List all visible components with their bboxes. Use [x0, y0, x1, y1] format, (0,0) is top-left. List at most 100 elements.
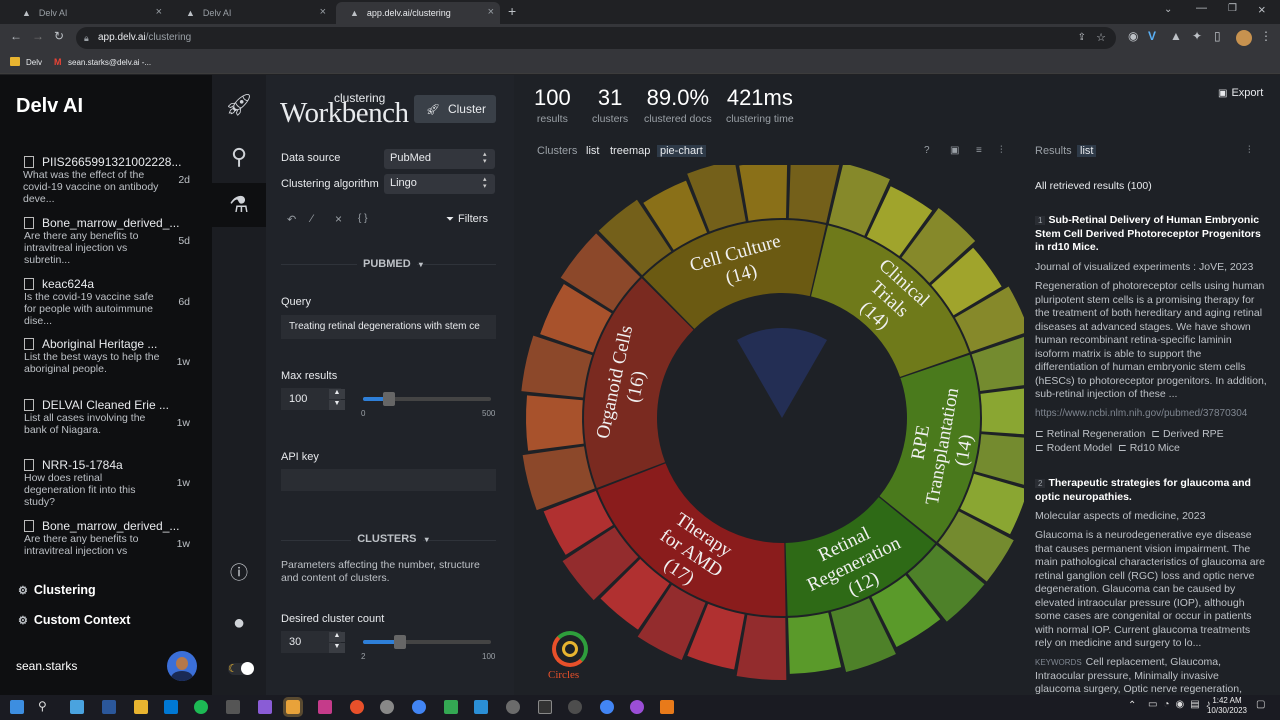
- taskbar-app-icon[interactable]: [318, 700, 332, 714]
- extension-v-icon[interactable]: V: [1148, 29, 1156, 43]
- browser-tab[interactable]: ▲ Delv AI ×: [172, 2, 332, 24]
- help-icon[interactable]: ?: [924, 145, 930, 156]
- filters-button[interactable]: ⏷ Filters: [446, 213, 488, 225]
- history-item[interactable]: keac624a Is the covid-19 vaccine safe fo…: [24, 277, 196, 327]
- tag[interactable]: Rd10 Mice: [1130, 442, 1180, 454]
- spotify-icon[interactable]: [194, 700, 208, 714]
- drive-icon[interactable]: ▲: [1170, 29, 1182, 43]
- max-results-input[interactable]: 100 ▲ ▼: [281, 388, 345, 410]
- forward-icon[interactable]: →: [32, 29, 44, 43]
- result-title-link[interactable]: 1 Sub-Retinal Delivery of Human Embryonic…: [1035, 214, 1269, 255]
- profile-avatar-icon[interactable]: [1236, 30, 1252, 46]
- section-pubmed[interactable]: PUBMED ▾: [266, 258, 514, 270]
- result-url[interactable]: https://www.ncbi.nlm.nih.gov/pubmed/3787…: [1035, 407, 1267, 421]
- chrome-icon[interactable]: [600, 700, 614, 714]
- subcluster-slice[interactable]: [736, 614, 787, 680]
- list-icon[interactable]: ≡: [976, 145, 982, 156]
- braces-icon[interactable]: { }: [358, 213, 367, 224]
- slider-handle[interactable]: [382, 392, 395, 406]
- flask-icon[interactable]: ⚗: [212, 183, 266, 227]
- increment-icon[interactable]: ▲: [329, 632, 345, 642]
- nav-custom-context[interactable]: ⚙ Custom Context: [18, 613, 130, 627]
- desired-count-input[interactable]: 30 ▲ ▼: [281, 631, 345, 653]
- clear-icon[interactable]: ×: [335, 212, 342, 226]
- taskbar-app-icon[interactable]: [134, 700, 148, 714]
- subcluster-slice[interactable]: [788, 612, 842, 674]
- undo-icon[interactable]: ↶: [287, 213, 296, 226]
- history-item[interactable]: Bone_marrow_derived_... Are there any be…: [24, 519, 196, 557]
- bookmark-star-icon[interactable]: ☆: [1096, 27, 1106, 49]
- close-window-icon[interactable]: ×: [1258, 2, 1266, 17]
- export-button[interactable]: ▣ Export: [1218, 87, 1263, 99]
- history-item[interactable]: Aboriginal Heritage ... List the best wa…: [24, 337, 196, 375]
- history-item[interactable]: Bone_marrow_derived_... Are there any be…: [24, 216, 196, 266]
- section-clusters[interactable]: CLUSTERS ▾: [266, 533, 514, 545]
- address-bar[interactable]: 🔒︎ app.delv.ai/clustering ⇪ ☆: [76, 27, 1116, 49]
- slider-handle[interactable]: [394, 635, 407, 649]
- start-icon[interactable]: [10, 700, 24, 714]
- browser-tab-active[interactable]: ▲ app.delv.ai/clustering ×: [336, 2, 500, 24]
- api-key-input[interactable]: [281, 469, 496, 491]
- share-icon[interactable]: ⇪: [1078, 27, 1086, 49]
- github-icon[interactable]: ●: [212, 601, 266, 645]
- taskbar-app-icon[interactable]: [568, 700, 582, 714]
- menu-kebab-icon[interactable]: ⋮: [1260, 29, 1272, 43]
- clock[interactable]: 1:42 AM 10/30/2023: [1205, 696, 1249, 716]
- max-results-slider[interactable]: [363, 392, 491, 406]
- restore-icon[interactable]: ❐: [1228, 3, 1237, 14]
- query-input[interactable]: Treating retinal degenerations with stem…: [281, 315, 496, 339]
- tab-search-icon[interactable]: ⌄: [1164, 4, 1172, 15]
- tag[interactable]: Rodent Model: [1047, 442, 1112, 454]
- puzzle-icon[interactable]: ✦: [1192, 29, 1202, 43]
- taskbar-app-icon[interactable]: [474, 700, 488, 714]
- decrement-icon[interactable]: ▼: [329, 643, 345, 653]
- rocket-icon[interactable]: 🚀︎: [212, 83, 266, 127]
- cluster-pie-chart[interactable]: Organoid Cells(16)Cell Culture(14) Clinic…: [520, 165, 1024, 685]
- desired-count-slider[interactable]: [363, 635, 491, 649]
- data-source-select[interactable]: PubMed: [384, 149, 495, 169]
- chrome-icon[interactable]: [412, 700, 426, 714]
- back-icon[interactable]: ←: [10, 29, 22, 43]
- taskbar-app-icon[interactable]: [283, 697, 303, 717]
- settings-sliders-icon[interactable]: ⫶: [1000, 145, 1003, 156]
- subcluster-slice[interactable]: [980, 387, 1024, 435]
- tab-list[interactable]: list: [586, 145, 599, 157]
- algorithm-select[interactable]: Lingo: [384, 174, 495, 194]
- tab-treemap[interactable]: treemap: [610, 145, 650, 157]
- results-tab-list[interactable]: list: [1077, 145, 1097, 157]
- history-item[interactable]: PIIS2665991321002228... What was the eff…: [23, 155, 196, 205]
- subcluster-slice[interactable]: [526, 395, 584, 451]
- taskbar-app-icon[interactable]: [70, 700, 84, 714]
- close-tab-icon[interactable]: ×: [488, 6, 494, 18]
- history-item[interactable]: NRR-15-1784a How does retinal degenerati…: [24, 458, 196, 508]
- theme-toggle[interactable]: ☾: [228, 662, 254, 675]
- history-item[interactable]: DELVAI Cleaned Erie ... List all cases i…: [24, 398, 196, 436]
- minimize-icon[interactable]: —: [1196, 2, 1207, 14]
- search-icon[interactable]: ⚲: [38, 699, 47, 713]
- result-title-link[interactable]: 2 Therapeutic strategies for glaucoma and…: [1035, 477, 1269, 504]
- info-icon[interactable]: ⓘ: [212, 551, 266, 595]
- bookmark-delv[interactable]: Delv: [26, 58, 42, 67]
- magic-wand-icon[interactable]: ⁄: [311, 213, 313, 225]
- tray-chevron-icon[interactable]: ⌃: [1128, 700, 1136, 711]
- close-tab-icon[interactable]: ×: [156, 6, 162, 18]
- new-tab-icon[interactable]: +: [508, 3, 516, 19]
- close-tab-icon[interactable]: ×: [320, 6, 326, 18]
- extension-icon[interactable]: ◉: [1128, 29, 1138, 43]
- taskbar-app-icon[interactable]: [380, 700, 394, 714]
- decrement-icon[interactable]: ▼: [329, 400, 345, 410]
- taskbar-app-icon[interactable]: [538, 700, 552, 714]
- taskbar-app-icon[interactable]: [102, 700, 116, 714]
- notification-icon[interactable]: ▢: [1256, 699, 1265, 710]
- taskbar-app-icon[interactable]: [258, 700, 272, 714]
- taskbar-app-icon[interactable]: [506, 700, 520, 714]
- tab-pie-chart[interactable]: pie-chart: [657, 145, 706, 157]
- user-avatar[interactable]: [167, 651, 197, 681]
- side-panel-icon[interactable]: ▯: [1214, 29, 1221, 43]
- browser-tab[interactable]: ▲ Delv AI ×: [8, 2, 168, 24]
- settings-sliders-icon[interactable]: ⫶: [1248, 145, 1251, 156]
- taskbar-app-icon[interactable]: [350, 700, 364, 714]
- tag[interactable]: Retinal Regeneration: [1047, 428, 1146, 440]
- cluster-button[interactable]: 🚀︎ Cluster: [414, 95, 496, 123]
- subcluster-slice[interactable]: [739, 165, 788, 221]
